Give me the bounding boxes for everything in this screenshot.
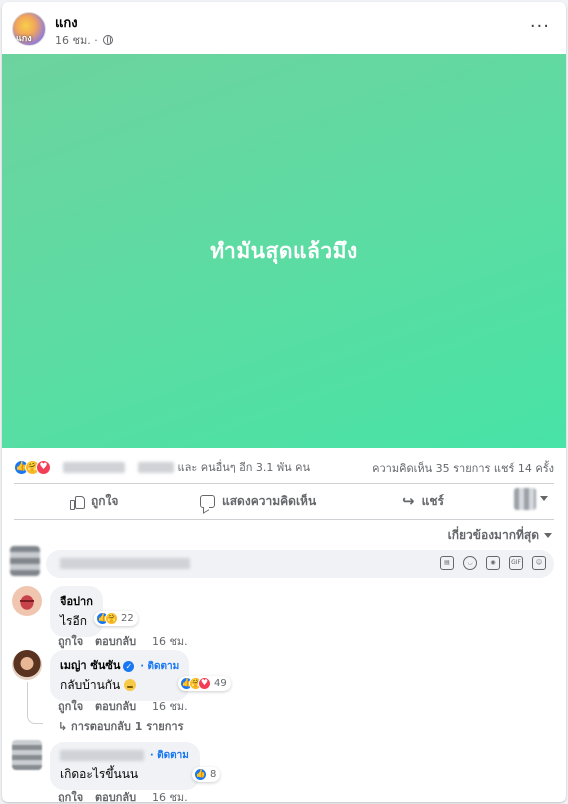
like-label: ถูกใจ xyxy=(91,494,119,508)
comment-author[interactable]: เมญ่า ซันซัน xyxy=(60,659,120,672)
post-text: ทำมันสุดแล้วมึง xyxy=(210,238,358,263)
action-bar: ถูกใจ แสดงความคิดเห็น ↪ แชร์ xyxy=(14,488,554,516)
chevron-down-icon xyxy=(544,533,552,538)
love-reaction-icon: ♥ xyxy=(198,677,211,690)
post-meta: 16 ชม. · xyxy=(55,31,114,49)
reaction-summary: 👍🤗♥ และ คนอื่นๆ อีก 3.1 พัน คน ความคิดเห… xyxy=(14,456,554,476)
follow-button[interactable]: · ติดตาม xyxy=(150,750,189,761)
composer-tools: ▤ ◡ ◉ GIF ☺ xyxy=(440,556,546,570)
reactions-text: และ คนอื่นๆ อีก 3.1 พัน คน xyxy=(177,461,311,474)
love-reaction-icon: ♥ xyxy=(36,459,51,475)
comment-author-row: เมญ่า ซันซัน ✓ · ติดตาม xyxy=(60,656,179,674)
reaction-count: 8 xyxy=(210,769,217,780)
composer-avatar xyxy=(10,546,40,576)
comment-reply-button[interactable]: ตอบกลับ xyxy=(95,635,136,648)
profile-switch-avatar[interactable] xyxy=(514,488,536,510)
blurred-names xyxy=(62,461,125,473)
camera-icon[interactable]: ◉ xyxy=(486,556,500,570)
comment-composer[interactable]: ▤ ◡ ◉ GIF ☺ xyxy=(46,550,554,578)
comment-time[interactable]: 16 ชม. xyxy=(152,635,188,648)
commenter-avatar[interactable] xyxy=(12,740,42,770)
post-time[interactable]: 16 ชม. · xyxy=(55,34,98,47)
comment-actions: ถูกใจ ตอบกลับ 16 ชม. xyxy=(58,697,196,715)
care-reaction-icon: 🤗 xyxy=(105,612,118,625)
comment-author[interactable] xyxy=(60,749,144,761)
chevron-down-icon[interactable] xyxy=(540,496,548,501)
comment-like-button[interactable]: ถูกใจ xyxy=(58,791,83,802)
comment-bubble: เมญ่า ซันซัน ✓ · ติดตาม กลับบ้านกัน xyxy=(50,650,190,701)
comment-reply-button[interactable]: ตอบกลับ xyxy=(95,791,136,802)
comment-reply-button[interactable]: ตอบกลับ xyxy=(95,700,136,713)
divider xyxy=(14,519,554,520)
comment-author-row: · ติดตาม xyxy=(60,748,190,763)
comment-text: เกิดอะไรขึ้นนน xyxy=(60,767,139,781)
reply-thread-line xyxy=(27,682,43,724)
share-label: แชร์ xyxy=(421,494,444,508)
like-icon xyxy=(70,495,85,510)
like-reaction-icon: 👍 xyxy=(194,768,207,781)
post-card: แกง แกง 16 ชม. · ··· ทำมันสุดแล้วมึง 👍🤗♥… xyxy=(2,2,566,802)
gif-icon[interactable]: GIF xyxy=(509,556,523,570)
comment-sort-dropdown[interactable]: เกี่ยวข้องมากที่สุด xyxy=(448,526,552,545)
comments-shares-count[interactable]: ความคิดเห็น 35 รายการ แชร์ 14 ครั้ง xyxy=(372,459,554,477)
comment-author[interactable]: จือปาก xyxy=(60,592,93,610)
comment-like-button[interactable]: ถูกใจ xyxy=(58,700,83,713)
commenter-avatar[interactable] xyxy=(12,586,42,616)
comment-bubble: จือปาก ไรอีก xyxy=(50,586,103,637)
commenter-avatar[interactable] xyxy=(12,650,42,680)
like-button[interactable]: ถูกใจ xyxy=(70,492,118,511)
post-header: แกง แกง 16 ชม. · ··· xyxy=(12,10,556,50)
comment-icon xyxy=(200,495,215,508)
view-replies-button[interactable]: ↳ การตอบกลับ 1 รายการ xyxy=(58,717,184,735)
sort-label: เกี่ยวข้องมากที่สุด xyxy=(447,528,539,542)
globe-icon xyxy=(103,35,114,45)
share-icon: ↪ xyxy=(402,492,415,510)
more-options-icon[interactable]: ··· xyxy=(530,18,550,36)
divider xyxy=(14,483,554,484)
share-button[interactable]: ↪ แชร์ xyxy=(402,492,444,511)
avatar-text: แกง xyxy=(16,34,32,44)
blurred-names xyxy=(138,461,174,473)
comment-bubble: · ติดตาม เกิดอะไรขึ้นนน xyxy=(50,742,200,790)
emoji-icon[interactable]: ◡ xyxy=(463,556,477,570)
sweat-emoji-icon xyxy=(124,679,137,691)
comment-reactions[interactable]: 👍🤗♥ 49 xyxy=(178,676,231,691)
page-avatar[interactable]: แกง xyxy=(12,12,46,46)
post-background: ทำมันสุดแล้วมึง xyxy=(2,54,566,448)
comment-reactions[interactable]: 👍🤗 22 xyxy=(94,611,138,626)
comment-like-button[interactable]: ถูกใจ xyxy=(58,635,83,648)
comment-time[interactable]: 16 ชม. xyxy=(152,791,188,802)
comment-button[interactable]: แสดงความคิดเห็น xyxy=(200,492,316,511)
comment-time[interactable]: 16 ชม. xyxy=(152,700,188,713)
reaction-count: 49 xyxy=(214,678,227,689)
reaction-summary-left[interactable]: 👍🤗♥ และ คนอื่นๆ อีก 3.1 พัน คน xyxy=(14,458,310,476)
comment-reactions[interactable]: 👍 8 xyxy=(192,767,221,782)
comment-input[interactable] xyxy=(56,554,356,574)
reaction-count: 22 xyxy=(121,613,134,624)
sticker2-icon[interactable]: ☺ xyxy=(532,556,546,570)
follow-button[interactable]: · ติดตาม xyxy=(140,661,179,672)
verified-icon: ✓ xyxy=(123,661,135,672)
comment-text: ไรอีก xyxy=(60,614,87,628)
comment-text: กลับบ้านกัน xyxy=(60,678,121,692)
comment-label: แสดงความคิดเห็น xyxy=(222,494,317,508)
comment-text-row: กลับบ้านกัน xyxy=(60,676,179,695)
sticker-icon[interactable]: ▤ xyxy=(440,556,454,570)
comment-actions: ถูกใจ ตอบกลับ 16 ชม. xyxy=(58,788,196,802)
comment-actions: ถูกใจ ตอบกลับ 16 ชม. xyxy=(58,632,196,650)
page-name[interactable]: แกง xyxy=(55,12,78,33)
